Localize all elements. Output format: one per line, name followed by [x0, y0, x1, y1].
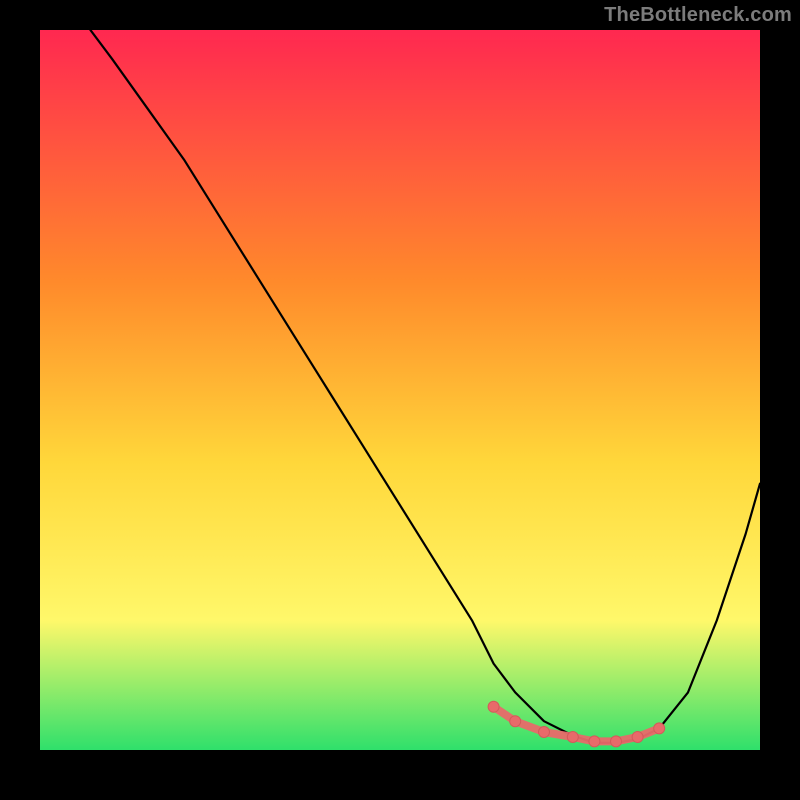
marker-dot: [632, 732, 643, 743]
marker-dot: [510, 716, 521, 727]
marker-dot: [611, 736, 622, 747]
marker-dot: [654, 723, 665, 734]
marker-dot: [488, 701, 499, 712]
gradient-background: [40, 30, 760, 750]
chart-svg: [40, 30, 760, 750]
marker-dot: [539, 727, 550, 738]
plot-area: [40, 30, 760, 750]
chart-container: TheBottleneck.com: [0, 0, 800, 800]
marker-dot: [589, 736, 600, 747]
marker-dot: [567, 732, 578, 743]
watermark-text: TheBottleneck.com: [604, 4, 792, 27]
